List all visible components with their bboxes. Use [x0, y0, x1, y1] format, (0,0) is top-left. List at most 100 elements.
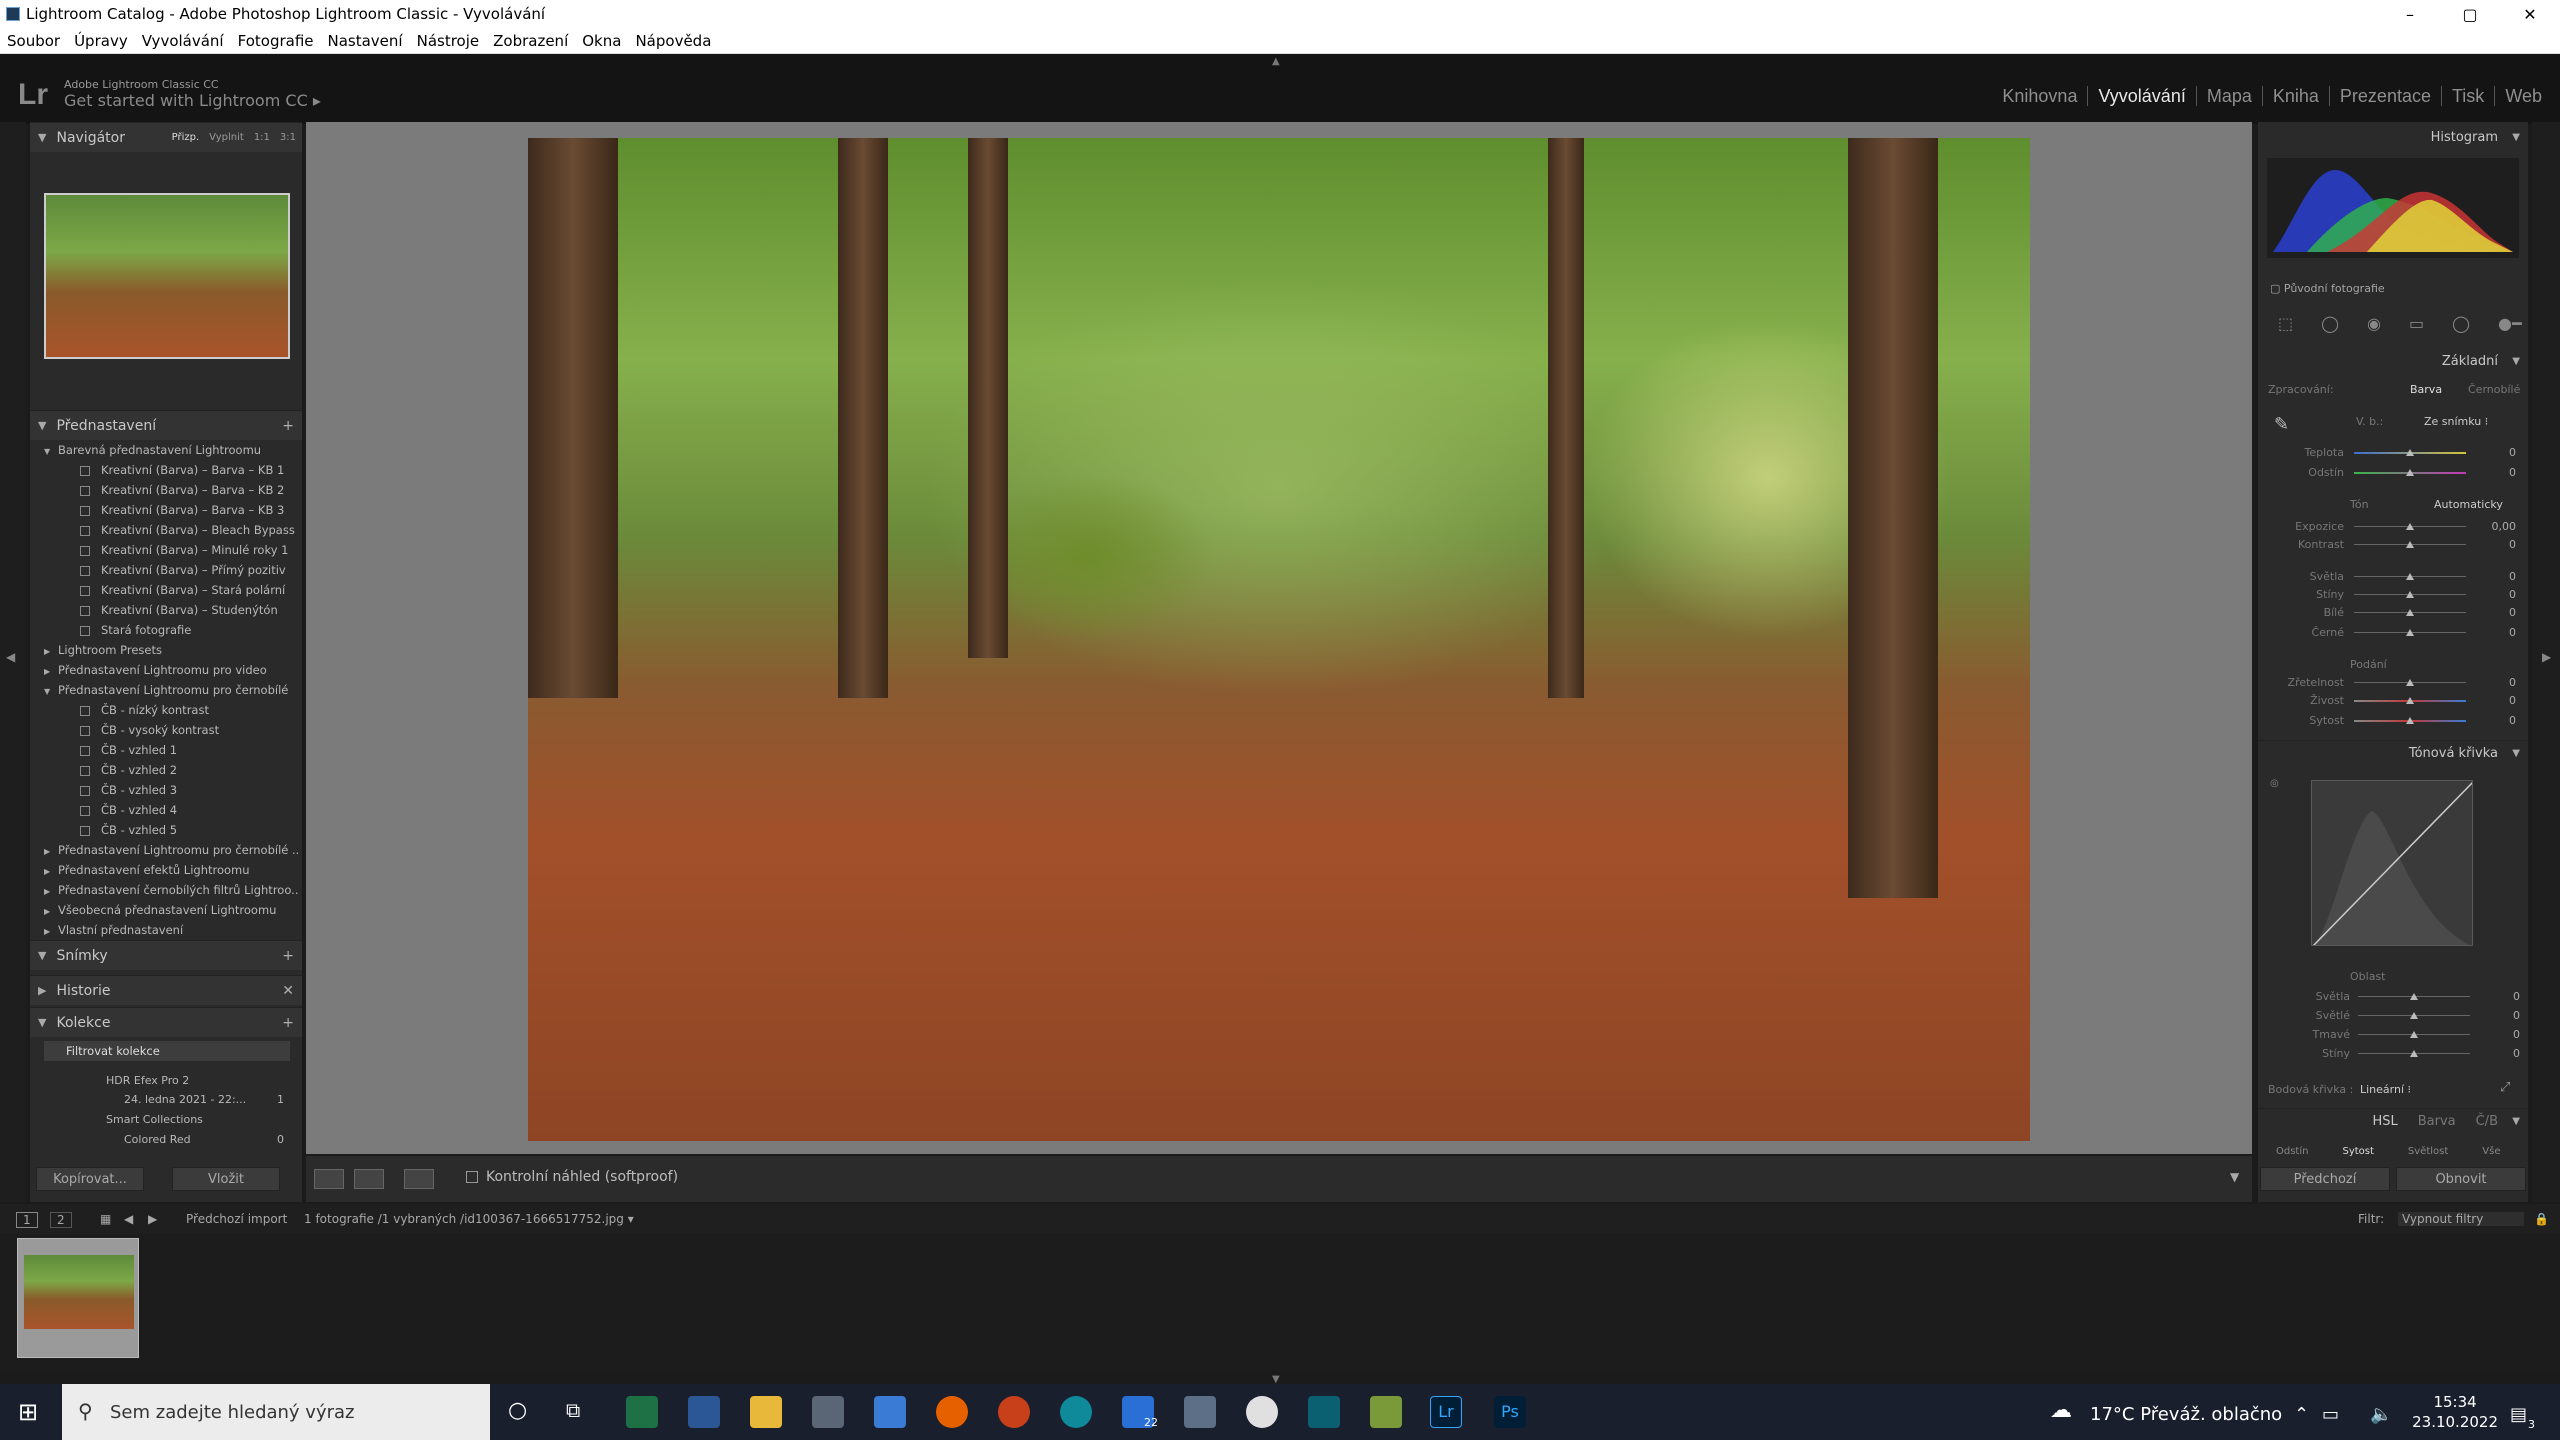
preset-item[interactable]: Kreativní (Barva) – Bleach Bypass ef...: [36, 520, 298, 540]
tray-chevron-icon[interactable]: ⌃: [2294, 1404, 2309, 1425]
hsl-bw[interactable]: Č/B: [2476, 1114, 2498, 1129]
taskbar-clock[interactable]: 15:34 23.10.2022: [2412, 1392, 2498, 1432]
preset-folder[interactable]: ▼ Přednastavení Lightroomu pro černobílé: [36, 680, 298, 700]
navigator-preview[interactable]: [44, 193, 290, 359]
folder-closed-triangle-icon[interactable]: ▶: [44, 882, 58, 900]
region-darks-value[interactable]: 0: [2490, 1028, 2520, 1041]
treatment-color[interactable]: Barva: [2410, 383, 2442, 396]
reset-button[interactable]: Obnovit: [2396, 1167, 2526, 1191]
red-eye-icon[interactable]: ◉: [2367, 314, 2381, 336]
saturation-slider[interactable]: [2354, 717, 2466, 724]
region-darks-slider[interactable]: [2358, 1031, 2470, 1038]
module-kniha[interactable]: Kniha: [2263, 86, 2330, 106]
preset-item[interactable]: ČB - vysoký kontrast: [36, 720, 298, 740]
zoom-1-1[interactable]: 1:1: [254, 132, 270, 143]
hsl-tab-saturation[interactable]: Sytost: [2342, 1146, 2373, 1157]
collapse-top-icon[interactable]: ▲: [1272, 56, 1280, 67]
folder-open-triangle-icon[interactable]: ▼: [44, 682, 58, 700]
menu-nastroje[interactable]: Nástroje: [410, 32, 487, 50]
hsl-color[interactable]: Barva: [2418, 1114, 2456, 1129]
region-lights-slider[interactable]: [2358, 1012, 2470, 1019]
preset-item[interactable]: ČB - vzhled 2: [36, 760, 298, 780]
preset-item[interactable]: Stará fotografie: [36, 620, 298, 640]
volume-icon[interactable]: 🔈: [2370, 1404, 2392, 1425]
preset-item[interactable]: ČB - vzhled 4: [36, 800, 298, 820]
graduated-filter-icon[interactable]: ▭: [2409, 314, 2424, 336]
collection-item[interactable]: Colored Red 0: [44, 1131, 290, 1149]
menu-zobrazeni[interactable]: Zobrazení: [486, 32, 575, 50]
maximize-button[interactable]: ▢: [2440, 0, 2500, 28]
shadows-slider[interactable]: [2354, 591, 2466, 598]
snapshots-header[interactable]: ▼ Snímky +: [30, 940, 302, 970]
saturation-slider-knob[interactable]: [2406, 717, 2414, 724]
tint-value[interactable]: 0: [2486, 466, 2516, 479]
tint-slider-knob[interactable]: [2406, 469, 2414, 476]
source-label[interactable]: Předchozí import: [186, 1212, 287, 1226]
folder-closed-triangle-icon[interactable]: ▶: [44, 902, 58, 920]
module-web[interactable]: Web: [2495, 86, 2552, 106]
add-collection-icon[interactable]: +: [282, 1015, 294, 1031]
treatment-bw[interactable]: Černobílé: [2468, 383, 2520, 396]
clear-history-icon[interactable]: ✕: [282, 983, 294, 999]
zoom-fill[interactable]: Vyplnit: [209, 132, 244, 143]
menu-soubor[interactable]: Soubor: [0, 32, 67, 50]
folder-closed-triangle-icon[interactable]: ▶: [44, 642, 58, 660]
copy-button[interactable]: Kopírovat...: [36, 1167, 144, 1191]
firefox-icon[interactable]: [936, 1396, 968, 1428]
region-highlights-slider[interactable]: [2358, 993, 2470, 1000]
region-lights-slider-knob[interactable]: [2410, 1012, 2418, 1019]
history-header[interactable]: ▶ Historie ✕: [30, 975, 302, 1005]
cortana-icon[interactable]: ○: [508, 1398, 527, 1423]
selection-info[interactable]: 1 fotografie /1 vybraných /id100367-1666…: [304, 1212, 634, 1226]
radial-filter-icon[interactable]: ◯: [2452, 314, 2470, 336]
add-preset-icon[interactable]: +: [282, 418, 294, 434]
preset-item[interactable]: Kreativní (Barva) – Minulé roky 1: [36, 540, 298, 560]
clarity-slider[interactable]: [2354, 679, 2466, 686]
preset-item[interactable]: ČB - vzhled 3: [36, 780, 298, 800]
file-explorer-icon[interactable]: [750, 1396, 782, 1428]
clarity-slider-knob[interactable]: [2406, 679, 2414, 686]
preset-item[interactable]: ČB - vzhled 5: [36, 820, 298, 840]
preset-item[interactable]: ČB - vzhled 1: [36, 740, 298, 760]
point-curve-select[interactable]: Lineární ⁝: [2360, 1083, 2411, 1096]
whites-slider-knob[interactable]: [2406, 609, 2414, 616]
exposure-value[interactable]: 0,00: [2486, 520, 2517, 533]
network-icon[interactable]: ▭: [2322, 1404, 2339, 1425]
navigator-header[interactable]: ▼ Navigátor Přizp. Vyplnit 1:1 3:1: [30, 122, 302, 152]
paste-button[interactable]: Vložit: [172, 1167, 280, 1191]
menu-fotografie[interactable]: Fotografie: [231, 32, 321, 50]
region-shadows-slider[interactable]: [2358, 1050, 2470, 1057]
saturation-value[interactable]: 0: [2486, 714, 2516, 727]
calculator-icon[interactable]: [812, 1396, 844, 1428]
region-highlights-slider-knob[interactable]: [2410, 993, 2418, 1000]
filter-select[interactable]: Vypnout filtry: [2398, 1212, 2524, 1226]
minimize-button[interactable]: –: [2380, 0, 2440, 28]
taskbar-search-input[interactable]: ⚲ Sem zadejte hledaný výraz: [62, 1384, 490, 1440]
steam-icon[interactable]: [1246, 1396, 1278, 1428]
tint-slider[interactable]: [2354, 469, 2466, 476]
preset-folder[interactable]: ▶ Přednastavení černobílých filtrů Lightr…: [36, 880, 298, 900]
zoom-3-1[interactable]: 3:1: [280, 132, 296, 143]
preset-folder[interactable]: ▶ Přednastavení Lightroomu pro černobílé …: [36, 840, 298, 860]
whites-value[interactable]: 0: [2486, 606, 2516, 619]
region-shadows-slider-knob[interactable]: [2410, 1050, 2418, 1057]
main-photo[interactable]: [528, 138, 2030, 1141]
auto-tone-button[interactable]: Automaticky: [2434, 498, 2503, 511]
softproof-toggle[interactable]: Kontrolní náhled (softproof): [466, 1169, 678, 1185]
preset-folder[interactable]: ▶ Vlastní přednastavení: [36, 920, 298, 940]
wb-select[interactable]: Ze snímku ⁝: [2424, 415, 2488, 428]
original-photo-checkbox[interactable]: ▢ Původní fotografie: [2270, 282, 2385, 295]
notifications-icon[interactable]: ▤: [2510, 1404, 2527, 1425]
histogram-header[interactable]: Histogram ▼: [2258, 124, 2528, 150]
contrast-slider[interactable]: [2354, 541, 2466, 548]
weather-text[interactable]: 17°C Převáž. oblačno: [2090, 1404, 2282, 1425]
preset-folder[interactable]: ▶ Všeobecná přednastavení Lightroomu: [36, 900, 298, 920]
photoshop-taskbar-icon[interactable]: Ps: [1494, 1396, 1526, 1428]
before-after-view-icon[interactable]: [354, 1169, 384, 1189]
whites-slider[interactable]: [2354, 609, 2466, 616]
preset-item[interactable]: Kreativní (Barva) – Barva – KB 1: [36, 460, 298, 480]
filmstrip-thumbnail[interactable]: [17, 1238, 139, 1358]
preset-item[interactable]: ČB - nízký kontrast: [36, 700, 298, 720]
wb-picker-icon[interactable]: ✎: [2274, 414, 2289, 435]
folder-closed-triangle-icon[interactable]: ▶: [44, 922, 58, 940]
